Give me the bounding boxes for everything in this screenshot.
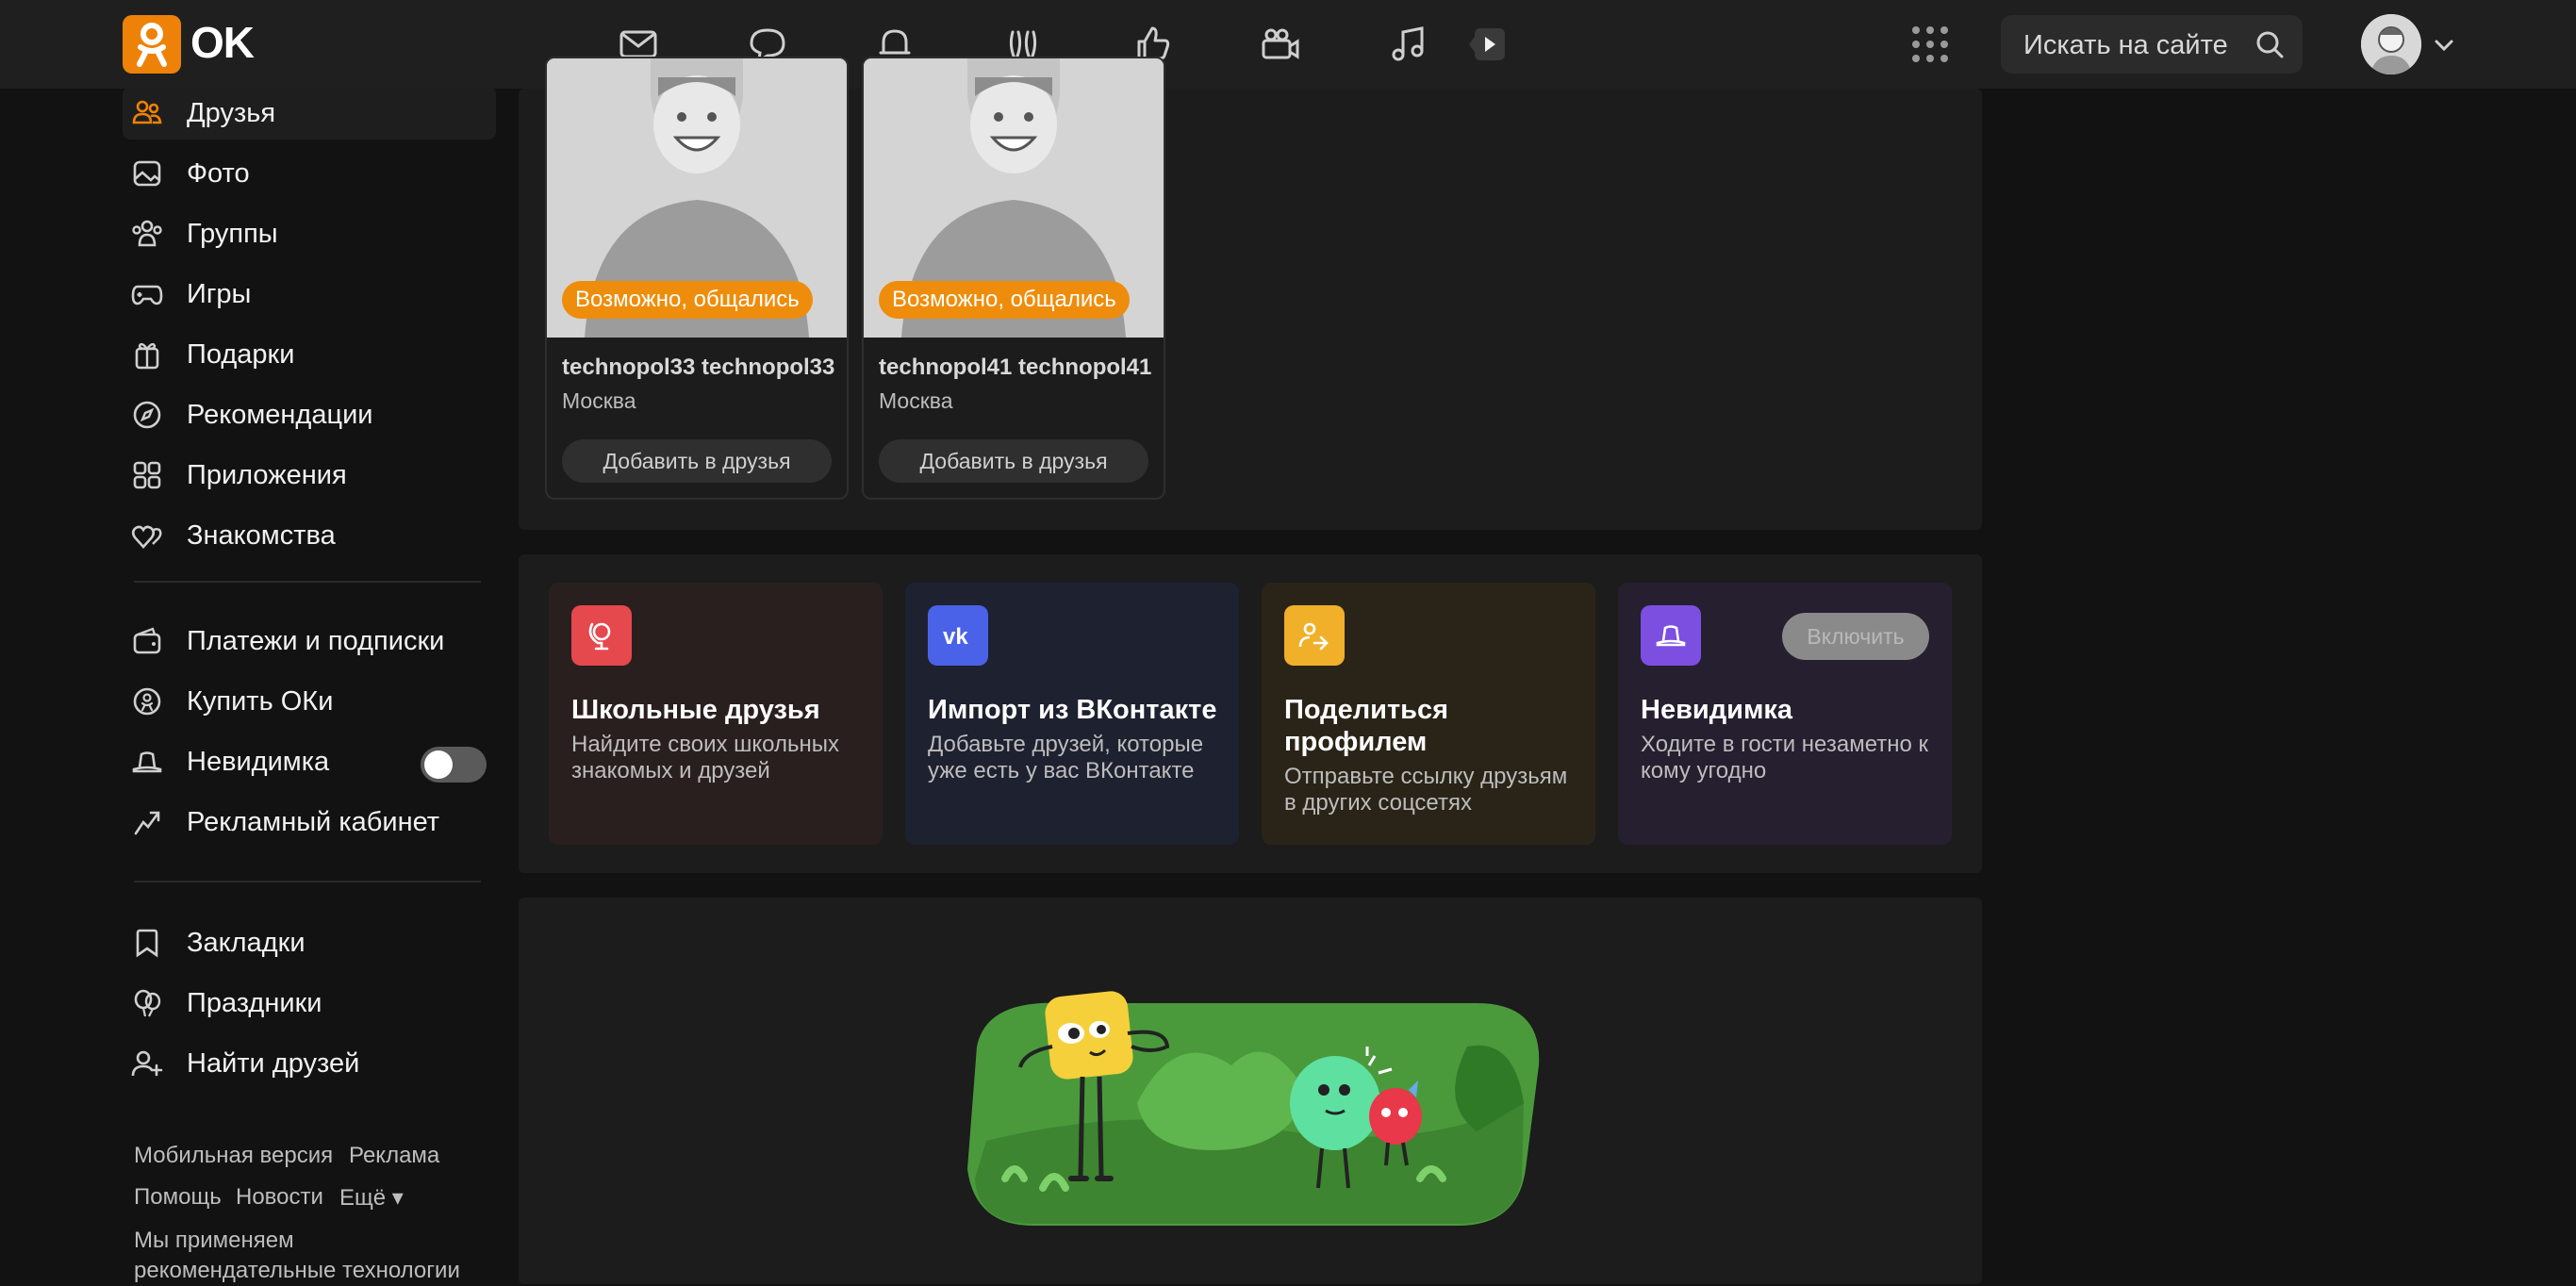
ads-icon [134,811,160,835]
search-placeholder: Искать на сайте [2023,30,2228,60]
search-input[interactable]: Искать на сайте [2001,15,2303,74]
sidebar-item-photo[interactable]: Фото [123,147,496,200]
feature-card-invisible[interactable]: Включить Невидимка Ходите в гости незаме… [1618,583,1952,845]
feature-title: Школьные друзья [571,695,820,725]
sidebar-divider [134,881,481,882]
suggestion-card[interactable]: Возможно, общались technopol41 technopol… [862,57,1165,500]
sidebar-item-buy-oks[interactable]: Купить ОКи [123,675,496,728]
compass-icon [133,401,161,429]
suggestion-name[interactable]: technopol33 technopol33 [562,354,835,381]
sidebar-item-gifts[interactable]: Подарки [123,328,496,381]
maybe-talked-badge: Возможно, общались [562,281,813,319]
sidebar-item-label: Купить ОКи [187,686,334,717]
balloons-icon [134,989,161,1017]
suggestion-city: Москва [879,388,953,413]
sidebar-item-friends[interactable]: Друзья [123,87,496,140]
sidebar-item-groups[interactable]: Группы [123,207,496,260]
friends-icon [132,100,162,124]
feature-title: Поделиться профилем [1284,695,1449,757]
photo-icon [133,160,161,187]
gift-icon [135,342,159,370]
sidebar-item-label: Платежи и подписки [187,626,445,656]
chevron-down-icon[interactable] [2431,32,2457,58]
logo-text[interactable]: OK [190,17,255,68]
sidebar-item-label: Приложения [187,460,347,490]
wallet-icon [133,627,161,654]
sidebar-item-label: Рекламный кабинет [187,807,440,837]
sidebar-item-label: Подарки [187,339,295,370]
hat-icon [132,751,162,773]
feature-card-school-friends[interactable]: Школьные друзья Найдите своих школьных з… [549,583,883,845]
sidebar-item-label: Знакомства [187,520,336,551]
sidebar-item-label: Фото [187,158,250,189]
video-camera-icon[interactable] [1256,21,1303,68]
footer-news-link[interactable]: Новости [236,1184,323,1211]
sidebar-item-holidays[interactable]: Праздники [123,977,496,1030]
footer-ads-link[interactable]: Реклама [349,1143,439,1169]
avatar[interactable] [2361,14,2421,74]
sidebar-item-label: Друзья [187,98,276,128]
sidebar-item-label: Закладки [187,928,305,958]
gamepad-icon [131,285,163,305]
footer-help-link[interactable]: Помощь [134,1184,222,1211]
maybe-talked-badge: Возможно, общались [879,281,1130,319]
invisible-hat-icon [1641,605,1701,666]
feature-description: Отправьте ссылку друзьям в других соцсет… [1284,764,1568,816]
footer-more-link[interactable]: Ещё ▾ [339,1184,404,1212]
sidebar-item-label: Рекомендации [187,400,373,430]
school-globe-icon [571,605,632,666]
toggle-knob [424,750,453,779]
video-play-icon[interactable] [1463,21,1511,68]
sidebar-item-ads-cabinet[interactable]: Рекламный кабинет [123,796,496,849]
feature-title: Невидимка [1641,695,1793,725]
sidebar-item-label: Игры [187,279,252,309]
top-header: OK Искать на сайте [0,0,2576,89]
suggestion-city: Москва [562,388,636,413]
sidebar-item-label: Невидимка [187,747,330,777]
music-icon[interactable] [1384,21,1431,68]
sidebar-item-recommendations[interactable]: Рекомендации [123,388,496,441]
sidebar-divider [134,581,481,583]
enable-invisible-button[interactable]: Включить [1782,613,1929,660]
add-friend-icon [131,1050,163,1077]
sidebar-item-payments[interactable]: Платежи и подписки [123,615,496,668]
sidebar-item-apps[interactable]: Приложения [123,449,496,502]
sidebar-item-find-friends[interactable]: Найти друзей [123,1037,496,1090]
apps-grid-icon[interactable] [1908,23,1952,66]
feature-description: Найдите своих школьных знакомых и друзей [571,732,839,783]
suggestion-name[interactable]: technopol41 technopol41 [879,354,1152,381]
footer-note[interactable]: Мы применяем рекомендательные технологии [134,1226,492,1286]
vk-icon: vk [928,605,988,666]
invisible-toggle[interactable] [421,747,487,783]
share-profile-icon [1284,605,1345,666]
feature-title: Импорт из ВКонтакте [928,695,1217,725]
search-icon[interactable] [2254,28,2286,60]
feature-description: Ходите в гости незаметно к кому угодно [1641,732,1929,783]
svg-text:vk: vk [943,624,968,650]
sidebar-item-dating[interactable]: Знакомства [123,509,496,562]
feature-description: Добавьте друзей, которые уже есть у вас … [928,732,1204,783]
add-friend-button[interactable]: Добавить в друзья [879,439,1148,483]
characters-illustration [967,991,1540,1226]
ok-coin-icon [133,687,161,716]
footer-mobile-link[interactable]: Мобильная версия [134,1143,333,1169]
ok-logo-icon[interactable] [123,15,181,74]
hearts-icon [131,525,162,549]
sidebar-item-games[interactable]: Игры [123,268,496,321]
groups-icon [132,220,162,247]
sidebar-item-label: Группы [187,219,278,249]
sidebar-item-label: Праздники [187,988,322,1018]
feature-card-share-profile[interactable]: Поделиться профилем Отправьте ссылку дру… [1262,583,1595,845]
add-friend-button[interactable]: Добавить в друзья [562,439,832,483]
sidebar-item-label: Найти друзей [187,1048,360,1079]
feature-card-vk-import[interactable]: vk Импорт из ВКонтакте Добавьте друзей, … [905,583,1239,845]
empty-state-panel [519,898,1982,1284]
bookmark-icon [136,929,158,958]
apps-icon [133,461,161,489]
suggestion-card[interactable]: Возможно, общались technopol33 technopol… [545,57,849,500]
sidebar-item-bookmarks[interactable]: Закладки [123,916,496,969]
